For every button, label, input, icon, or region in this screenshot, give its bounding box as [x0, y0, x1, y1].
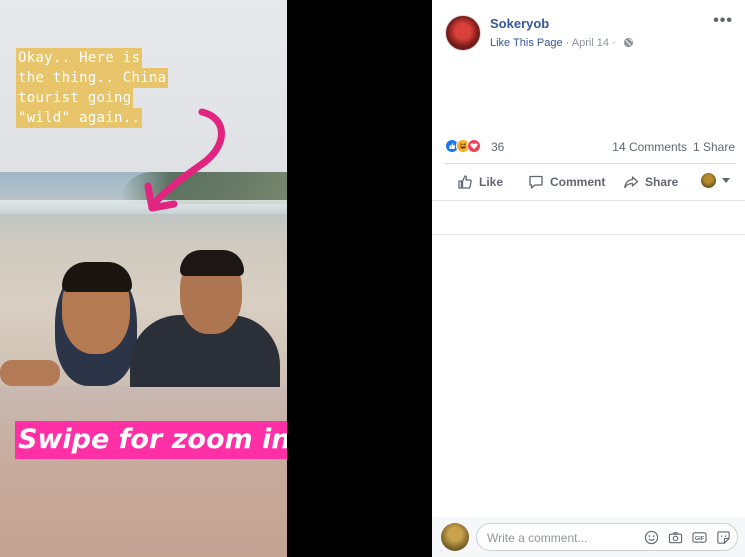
caption-line: the thing.. China	[16, 68, 169, 88]
more-options-button[interactable]: •••	[713, 12, 733, 30]
like-page-link[interactable]: Like This Page	[490, 37, 563, 49]
camera-icon[interactable]	[668, 530, 683, 545]
post-panel: Sokeryob Like This Page · April 14 · •••…	[432, 0, 745, 557]
post-meta: Like This Page · April 14 ·	[490, 37, 634, 49]
post-header: Sokeryob Like This Page · April 14 · •••	[432, 0, 745, 60]
page-avatar[interactable]	[445, 15, 481, 51]
engagement-counts: 14 Comments 1 Share	[612, 140, 735, 154]
post-date[interactable]: April 14	[572, 37, 609, 49]
pink-arrow-icon	[144, 108, 225, 212]
globe-icon	[623, 37, 633, 48]
comment-icon	[529, 175, 543, 189]
svg-text:GIF: GIF	[695, 536, 705, 542]
comment-input-icons: GIF	[644, 530, 731, 545]
like-button[interactable]: Like	[457, 174, 503, 190]
post-as-selector[interactable]	[701, 173, 730, 188]
emoji-icon[interactable]	[644, 530, 659, 545]
comment-input-box[interactable]: GIF	[476, 523, 738, 551]
love-reaction-icon	[467, 139, 481, 153]
reaction-count[interactable]: 36	[491, 140, 504, 154]
reactions-summary: 36 14 Comments 1 Share	[445, 138, 735, 156]
share-button[interactable]: Share	[623, 174, 678, 190]
caption-line: "wild" again..	[16, 108, 143, 128]
thumbs-up-icon	[458, 175, 472, 189]
reaction-icons[interactable]	[445, 139, 489, 153]
meta-separator: ·	[562, 37, 572, 49]
meta-separator: ·	[609, 37, 619, 49]
caption-line: Okay.. Here is	[16, 48, 143, 68]
comment-composer: GIF	[432, 517, 745, 557]
comments-count-link[interactable]: 14 Comments	[612, 140, 687, 154]
swipe-zoom-label: Swipe for zoom in	[15, 421, 287, 459]
person-right-hair	[180, 250, 244, 276]
post-action-bar: Like Comment Share	[445, 163, 735, 200]
gif-icon[interactable]: GIF	[692, 530, 707, 545]
viewer-avatar	[701, 173, 716, 188]
page-name-link[interactable]: Sokeryob	[490, 16, 549, 31]
like-label: Like	[479, 175, 504, 189]
sticker-icon[interactable]	[716, 530, 731, 545]
person-left-hair	[62, 262, 132, 292]
comments-section-divider	[432, 200, 745, 235]
user-avatar	[441, 523, 469, 551]
share-label: Share	[645, 175, 679, 189]
comment-label: Comment	[550, 175, 606, 189]
comment-input[interactable]	[487, 529, 627, 546]
caption-line: tourist going	[16, 88, 134, 108]
share-icon	[624, 176, 639, 189]
comment-button[interactable]: Comment	[528, 174, 605, 190]
chevron-down-icon	[722, 178, 730, 183]
person-arm	[0, 360, 60, 386]
story-photo[interactable]: Okay.. Here is the thing.. China tourist…	[0, 0, 287, 557]
screen: Okay.. Here is the thing.. China tourist…	[0, 0, 745, 557]
shares-count-link[interactable]: 1 Share	[693, 140, 735, 154]
